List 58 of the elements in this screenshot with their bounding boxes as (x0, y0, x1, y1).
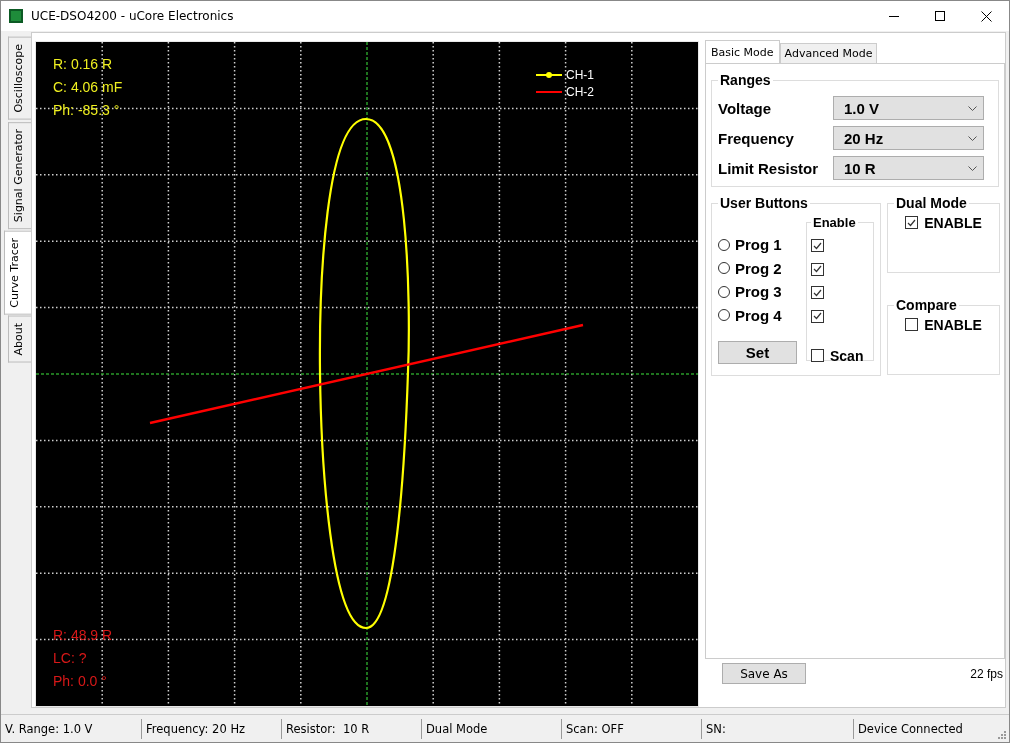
legend-label: CH-2 (566, 85, 594, 99)
checkbox-label[interactable]: ENABLE (924, 214, 982, 231)
group-title: Enable (812, 215, 857, 230)
chevron-down-icon (968, 105, 977, 111)
radio-option[interactable]: Prog 1 (718, 233, 800, 257)
radio-option[interactable]: Prog 2 (718, 256, 800, 280)
field-label: Frequency (718, 129, 795, 147)
field-label: Limit Resistor (718, 159, 820, 177)
maximize-icon[interactable] (935, 11, 945, 21)
side-tab[interactable]: Curve Tracer (4, 230, 31, 315)
side-tab[interactable]: About (8, 316, 31, 363)
measurement-readout: R: 48.9 R (53, 627, 113, 644)
radio-option[interactable]: Prog 3 (718, 280, 800, 304)
measurement-readout: R: 0.16 R (53, 56, 114, 73)
status-text: Device Connected (858, 721, 963, 736)
chevron-down-icon (968, 135, 977, 141)
save-as-button[interactable]: Save As (722, 663, 806, 684)
side-tab[interactable]: Oscilloscope (8, 37, 31, 120)
measurement-readout: Ph: 0.0 ° (53, 673, 108, 690)
checkbox[interactable] (905, 216, 919, 230)
checkbox-label[interactable]: ENABLE (924, 316, 982, 333)
minimize-icon[interactable] (889, 15, 899, 17)
mode-tab[interactable]: Advanced Mode (779, 43, 878, 63)
status-text: Resistor: 10 R (286, 721, 370, 736)
checkbox[interactable] (905, 318, 919, 332)
dropdown[interactable]: 10 R (833, 156, 984, 180)
window-title: UCE-DSO4200 - uCore Electronics (31, 9, 234, 23)
status-text: Frequency: 20 Hz (146, 721, 246, 736)
app-icon (9, 9, 23, 23)
dropdown[interactable]: 20 Hz (833, 126, 984, 150)
close-icon[interactable] (980, 10, 992, 22)
status-text: SN: (706, 721, 726, 736)
checkbox[interactable] (811, 239, 824, 253)
mode-tab[interactable]: Basic Mode (705, 40, 780, 63)
size-grip-icon (998, 731, 1006, 739)
group-title: User Buttons (719, 195, 809, 211)
status-text: Scan: OFF (566, 721, 624, 736)
group-title: Dual Mode (895, 195, 968, 211)
radio-option[interactable]: Prog 4 (718, 303, 800, 327)
status-text: Dual Mode (426, 721, 488, 736)
legend-label: CH-1 (566, 68, 594, 82)
set-button[interactable]: Set (718, 341, 797, 364)
chevron-down-icon (968, 165, 977, 171)
measurement-readout: C: 4.06 mF (53, 79, 123, 96)
measurement-readout: Ph: -85.3 ° (53, 102, 121, 119)
field-label: Voltage (718, 99, 773, 117)
checkbox[interactable] (811, 349, 824, 363)
side-tab[interactable]: Signal Generator (8, 121, 31, 229)
checkbox[interactable] (811, 286, 824, 300)
measurement-readout: LC: ? (53, 650, 88, 667)
checkbox[interactable] (811, 309, 824, 323)
group-title: Ranges (719, 72, 772, 88)
fps-counter: 22 fps (970, 666, 1004, 681)
dropdown[interactable]: 1.0 V (833, 96, 984, 120)
checkbox[interactable] (811, 262, 824, 276)
status-text: V. Range: 1.0 V (5, 721, 93, 736)
checkbox-label[interactable]: Scan (830, 347, 864, 364)
group-title: Compare (895, 297, 958, 313)
